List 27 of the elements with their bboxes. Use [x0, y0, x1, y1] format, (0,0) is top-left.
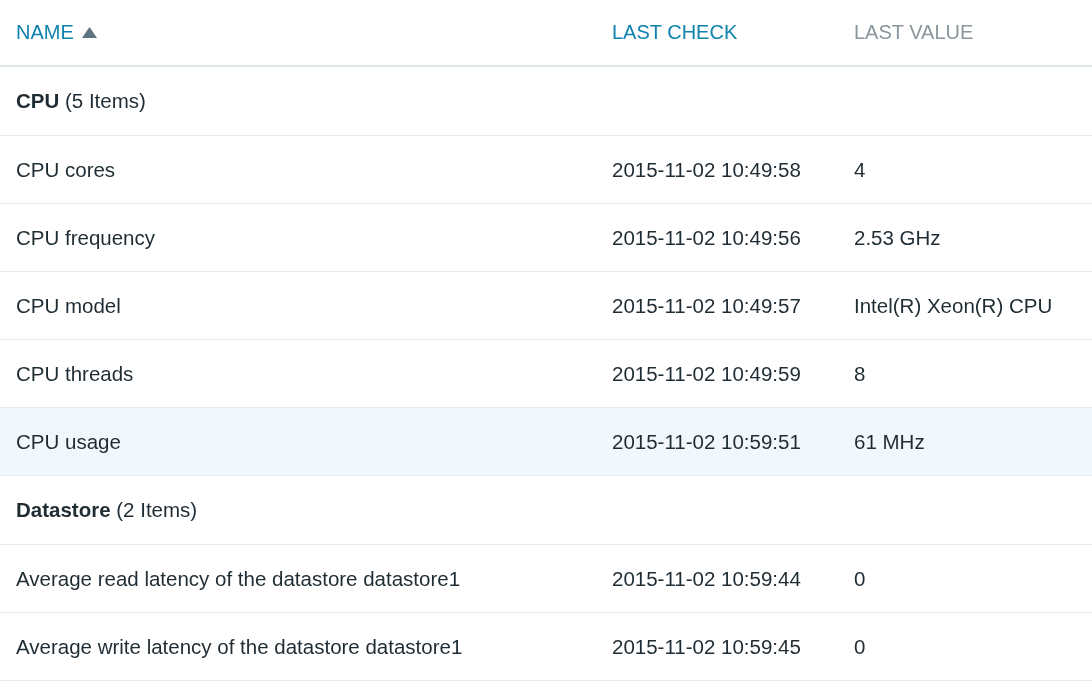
last-check-cell-text: 2015-11-02 10:59:45 — [611, 634, 801, 659]
item-name: CPU frequency — [15, 225, 155, 250]
last-check-cell-text: 2015-11-02 10:49:56 — [611, 225, 801, 250]
item-name: CPU threads — [15, 361, 134, 386]
group-title: Datastore (2 Items) — [15, 498, 199, 522]
group-title: CPU (5 Items) — [15, 89, 147, 113]
item-name: CPU cores — [15, 157, 116, 182]
last-value-cell-text: 2.53 GHz — [853, 225, 941, 250]
column-header: LAST VALUE — [853, 21, 974, 44]
last-value-cell-text: 0 — [853, 634, 866, 659]
last-value-cell-text: 61 MHz — [853, 429, 925, 454]
last-check-cell-text: 2015-11-02 10:49:58 — [611, 157, 801, 182]
last-check-cell-text: 2015-11-02 10:59:51 — [611, 429, 801, 454]
item-name: Average write latency of the datastore datastore1 — [15, 634, 463, 659]
item-name: CPU usage — [15, 429, 121, 454]
item-name: Average read latency of the datastore datastore1 — [15, 566, 461, 591]
last-value-cell-text: 4 — [853, 157, 866, 182]
table-row[interactable]: CPU usage 2015-11-02 10:59:51 61 MHz — [0, 408, 1092, 476]
column-header[interactable]: NAME — [0, 21, 97, 44]
last-value-cell-text: Intel(R) Xeon(R) CPU — [853, 293, 1053, 318]
last-check-cell-text: 2015-11-02 10:59:44 — [611, 566, 801, 591]
last-check-cell-text: 2015-11-02 10:49:59 — [611, 361, 801, 386]
column-header[interactable]: LAST CHECK — [596, 21, 738, 44]
last-value-cell-text: 8 — [853, 361, 866, 386]
item-name: CPU model — [15, 293, 121, 318]
last-check-cell-text: 2015-11-02 10:49:57 — [611, 293, 801, 318]
last-value-cell-text: 0 — [853, 566, 866, 591]
